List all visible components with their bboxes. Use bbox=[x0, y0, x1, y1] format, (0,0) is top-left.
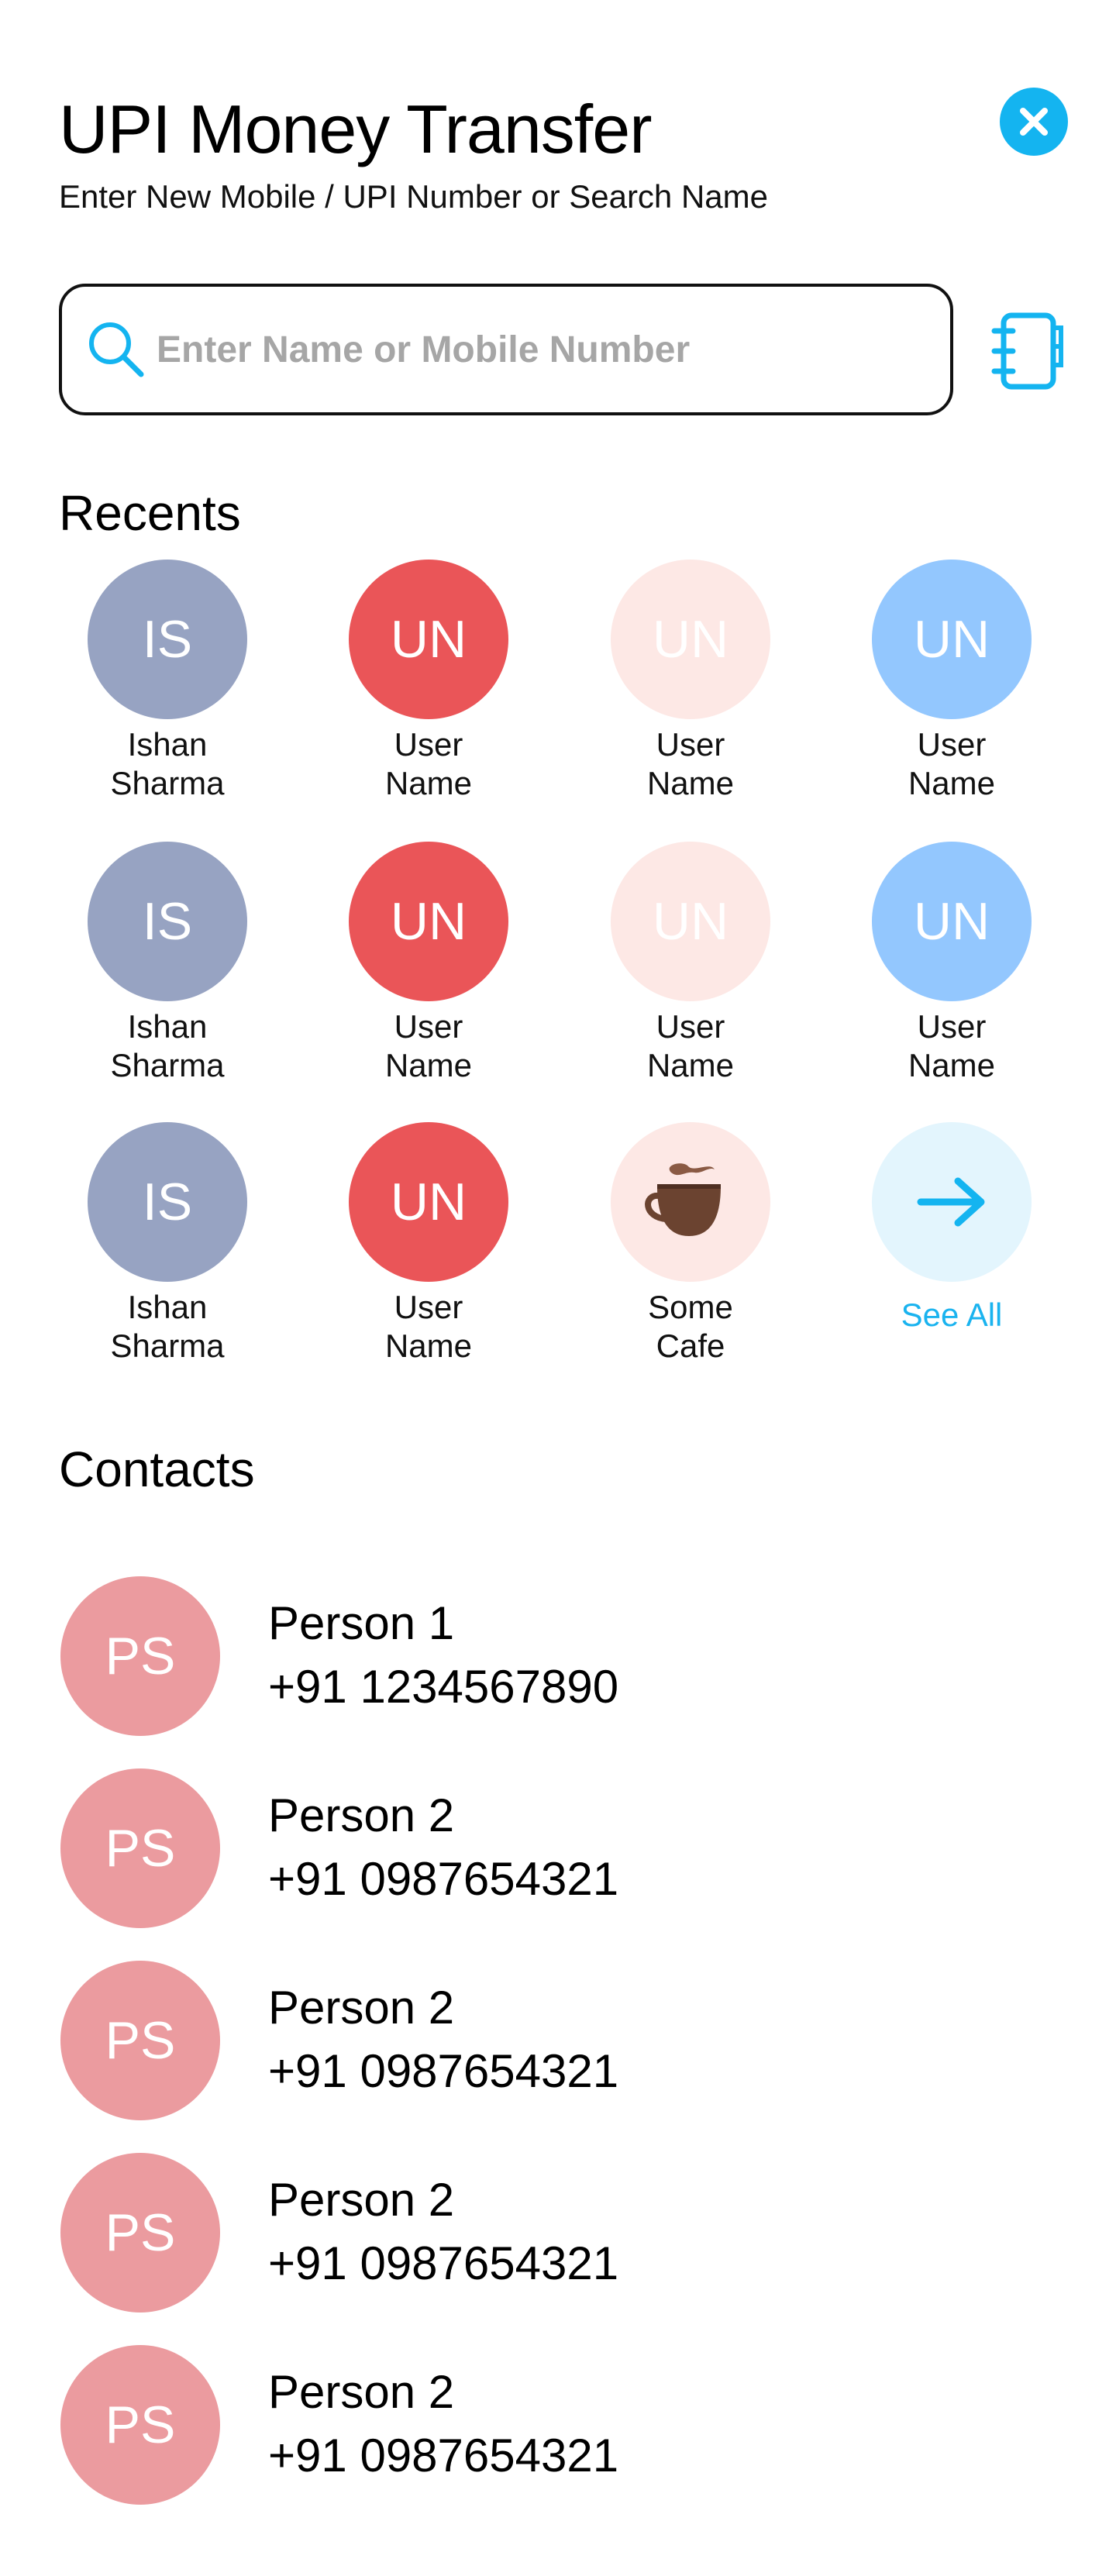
contact-phone: +91 0987654321 bbox=[268, 1853, 619, 1905]
contacts-heading: Contacts bbox=[59, 1441, 255, 1497]
recent-first-name: Some bbox=[648, 1289, 733, 1325]
recent-contact[interactable]: UN User Name bbox=[574, 560, 807, 803]
recent-contact-name: User Name bbox=[328, 1007, 529, 1085]
contact-phone: +91 1234567890 bbox=[268, 1661, 619, 1713]
avatar: UN bbox=[872, 560, 1032, 719]
contact-phone: +91 0987654321 bbox=[268, 2045, 619, 2097]
contact-name: Person 2 bbox=[268, 2174, 455, 2226]
recent-last-name: Sharma bbox=[110, 1328, 225, 1364]
recent-last-name: Name bbox=[646, 1047, 735, 1083]
avatar bbox=[611, 1122, 770, 1282]
avatar: IS bbox=[88, 842, 247, 1001]
recents-heading: Recents bbox=[59, 485, 241, 541]
recent-contact[interactable]: UN User Name bbox=[312, 842, 545, 1085]
recent-first-name: Ishan bbox=[127, 726, 208, 763]
avatar: IS bbox=[88, 1122, 247, 1282]
recent-last-name: Cafe bbox=[656, 1328, 725, 1364]
contact-name: Person 2 bbox=[268, 1982, 455, 2034]
avatar: UN bbox=[349, 1122, 508, 1282]
avatar: UN bbox=[872, 842, 1032, 1001]
avatar: UN bbox=[349, 842, 508, 1001]
recent-first-name: User bbox=[394, 1289, 463, 1325]
recent-contact[interactable]: IS Ishan Sharma bbox=[51, 560, 284, 803]
see-all-circle bbox=[872, 1122, 1032, 1282]
recent-contact-name: User Name bbox=[851, 1007, 1052, 1085]
contact-name: Person 1 bbox=[268, 1597, 455, 1649]
recent-contact[interactable]: UN User Name bbox=[574, 842, 807, 1085]
upi-transfer-page: UPI Money Transfer Enter New Mobile / UP… bbox=[0, 0, 1116, 2576]
recent-last-name: Name bbox=[384, 1328, 473, 1364]
recent-contact-name: Ishan Sharma bbox=[67, 1288, 268, 1365]
contact-row[interactable]: PS Person 2 +91 0987654321 bbox=[60, 1768, 1068, 1929]
avatar: UN bbox=[611, 842, 770, 1001]
contact-book-button[interactable] bbox=[983, 308, 1068, 394]
contact-row[interactable]: PS Person 2 +91 0987654321 bbox=[60, 2344, 1068, 2505]
recent-contact[interactable]: IS Ishan Sharma bbox=[51, 1122, 284, 1365]
recent-last-name: Name bbox=[908, 1047, 996, 1083]
recent-first-name: User bbox=[917, 1008, 987, 1045]
search-input[interactable] bbox=[155, 318, 918, 381]
contact-info: Person 2 +91 0987654321 bbox=[268, 1977, 618, 2104]
close-button[interactable] bbox=[1000, 88, 1068, 156]
recent-first-name: User bbox=[656, 726, 725, 763]
contact-name: Person 2 bbox=[268, 2366, 455, 2418]
recent-contact[interactable]: IS Ishan Sharma bbox=[51, 842, 284, 1085]
recent-contact[interactable]: Some Cafe bbox=[574, 1122, 807, 1365]
recent-first-name: User bbox=[917, 726, 987, 763]
recent-last-name: Name bbox=[384, 1047, 473, 1083]
contact-info: Person 2 +91 0987654321 bbox=[268, 1785, 618, 1912]
recent-first-name: Ishan bbox=[127, 1008, 208, 1045]
recent-last-name: Name bbox=[384, 765, 473, 801]
contact-row[interactable]: PS Person 2 +91 0987654321 bbox=[60, 2152, 1068, 2313]
recent-first-name: User bbox=[656, 1008, 725, 1045]
avatar: UN bbox=[611, 560, 770, 719]
contact-info: Person 2 +91 0987654321 bbox=[268, 2361, 618, 2488]
recent-contact-name: User Name bbox=[328, 725, 529, 803]
recent-last-name: Sharma bbox=[110, 1047, 225, 1083]
recent-last-name: Name bbox=[908, 765, 996, 801]
recent-last-name: Name bbox=[646, 765, 735, 801]
recent-contact-name: User Name bbox=[328, 1288, 529, 1365]
contact-phone: +91 0987654321 bbox=[268, 2430, 619, 2481]
see-all-label: See All bbox=[901, 1297, 1003, 1333]
contact-name: Person 2 bbox=[268, 1789, 455, 1841]
arrow-right-icon bbox=[917, 1177, 985, 1227]
recent-contact-name: Ishan Sharma bbox=[67, 1007, 268, 1085]
close-icon bbox=[1020, 108, 1048, 136]
contact-row[interactable]: PS Person 1 +91 1234567890 bbox=[60, 1576, 1068, 1737]
contact-phone: +91 0987654321 bbox=[268, 2237, 619, 2289]
avatar: PS bbox=[60, 2153, 220, 2313]
contact-row[interactable]: PS Person 2 +91 0987654321 bbox=[60, 1960, 1068, 2121]
avatar: PS bbox=[60, 2345, 220, 2505]
recent-first-name: User bbox=[394, 726, 463, 763]
contact-info: Person 2 +91 0987654321 bbox=[268, 2169, 618, 2296]
avatar: PS bbox=[60, 1768, 220, 1928]
recent-contact[interactable]: UN User Name bbox=[835, 560, 1068, 803]
recent-contact[interactable]: UN User Name bbox=[312, 1122, 545, 1365]
recent-contact-name: Some Cafe bbox=[590, 1288, 791, 1365]
recent-contact-name: Ishan Sharma bbox=[67, 725, 268, 803]
recent-contact[interactable]: UN User Name bbox=[312, 560, 545, 803]
recent-first-name: Ishan bbox=[127, 1289, 208, 1325]
avatar: IS bbox=[88, 560, 247, 719]
coffee-cup-icon bbox=[645, 1163, 721, 1236]
recent-contact-name: User Name bbox=[590, 725, 791, 803]
avatar: PS bbox=[60, 1576, 220, 1736]
page-title: UPI Money Transfer bbox=[59, 91, 653, 167]
recent-last-name: Sharma bbox=[110, 765, 225, 801]
recent-contact-name: User Name bbox=[590, 1007, 791, 1085]
recent-contact-name: User Name bbox=[851, 725, 1052, 803]
recent-contact[interactable]: UN User Name bbox=[835, 842, 1068, 1085]
search-icon bbox=[89, 322, 144, 377]
avatar: PS bbox=[60, 1961, 220, 2120]
see-all-button[interactable]: See All bbox=[835, 1122, 1068, 1334]
contact-book-icon bbox=[991, 312, 1063, 390]
search-box[interactable] bbox=[59, 284, 953, 415]
recent-first-name: User bbox=[394, 1008, 463, 1045]
page-subtitle: Enter New Mobile / UPI Number or Search … bbox=[59, 178, 768, 215]
contact-info: Person 1 +91 1234567890 bbox=[268, 1593, 618, 1720]
avatar: UN bbox=[349, 560, 508, 719]
